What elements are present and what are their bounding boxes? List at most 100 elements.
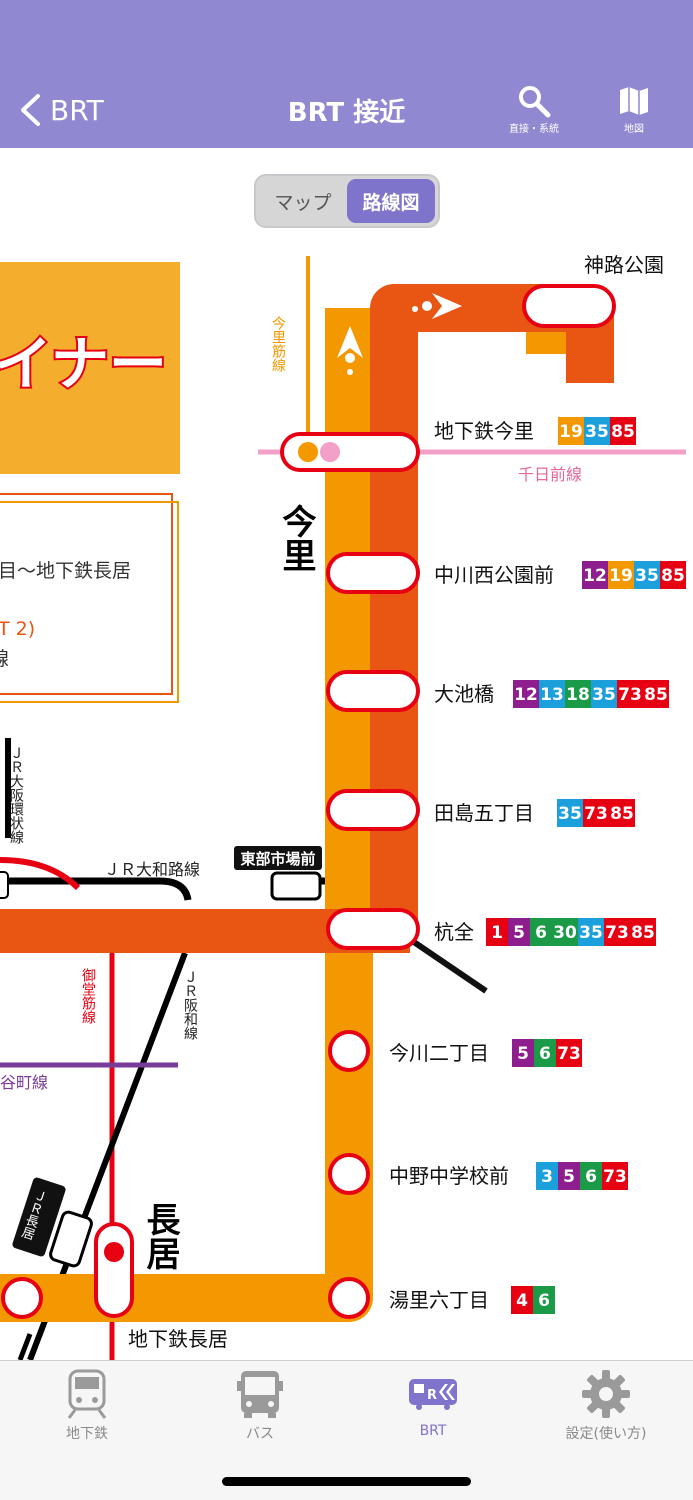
- route-badge-number: 1: [491, 923, 503, 943]
- route-badge-number: 4: [516, 1291, 528, 1311]
- route-badge-number: 85: [661, 566, 685, 586]
- segment-route-diagram[interactable]: 路線図: [347, 179, 435, 223]
- route-badge: 73: [617, 680, 643, 708]
- route-badge-number: 12: [514, 685, 538, 705]
- brt-route-dark: [370, 284, 614, 938]
- route-badge-number: 30: [553, 923, 577, 943]
- tab-settings[interactable]: 設定(使い方): [546, 1369, 666, 1449]
- jr-yamatoji-line: [0, 877, 192, 901]
- stop-marker-nakano[interactable]: [328, 1153, 370, 1195]
- search-button-label: 直接・系統: [509, 124, 559, 135]
- stop-marker-kumata[interactable]: [326, 908, 420, 950]
- nav-header: BRT BRT 接近 直接・系統 地図: [0, 0, 693, 148]
- tab-brt-label: BRT: [419, 1423, 447, 1439]
- route-badge-number: 19: [609, 566, 633, 586]
- stop-marker-nakagawa-nishi[interactable]: [326, 552, 420, 594]
- jr-hanwa-label: ＪＲ阪和線: [182, 970, 198, 1040]
- route-badge: 1: [486, 918, 508, 946]
- route-badge-number: 5: [513, 923, 525, 943]
- stop-label: 田島五丁目: [434, 801, 534, 825]
- route-badge-number: 12: [583, 566, 607, 586]
- segment-map[interactable]: マップ: [259, 179, 347, 223]
- imazato-suji-dot: [298, 442, 318, 462]
- stop-marker-subway-nagai[interactable]: [94, 1222, 134, 1318]
- route-note-orange: [526, 332, 566, 354]
- route-badge: 5: [558, 1162, 580, 1190]
- route-badge: 12: [582, 561, 608, 589]
- route-badge-number: 6: [585, 1167, 597, 1187]
- search-button[interactable]: 直接・系統: [499, 84, 569, 140]
- route-badge: 73: [604, 918, 630, 946]
- route-badge: 19: [608, 561, 634, 589]
- tab-subway-label: 地下鉄: [66, 1426, 108, 1442]
- gear-icon: [582, 1370, 630, 1418]
- svg-text:R: R: [427, 1388, 437, 1403]
- route-badge-number: 3: [541, 1167, 553, 1187]
- sennichimae-dot: [320, 442, 340, 462]
- route-badge-number: 6: [538, 1291, 550, 1311]
- route-badge: 5: [508, 918, 530, 946]
- tab-subway[interactable]: 地下鉄: [27, 1369, 147, 1449]
- tab-bus-label: バス: [246, 1426, 274, 1442]
- stop-label: 地下鉄長居: [128, 1327, 228, 1351]
- route-badge: 73: [602, 1162, 628, 1190]
- stop-marker-tajima[interactable]: [326, 789, 420, 831]
- stop-marker-kamiji-koen[interactable]: [522, 284, 616, 328]
- route-badge-number: 35: [585, 422, 609, 442]
- route-badge-number: 73: [584, 804, 608, 824]
- route-badge-number: 73: [603, 1167, 627, 1187]
- home-indicator: [222, 1477, 471, 1486]
- route-map-view[interactable]: イナー 目〜地下鉄長居 T 2) 線 今里筋線 千日前線 ＪＲ大阪環状線 ＪＲ大…: [0, 148, 693, 1360]
- stop-label: 今川二丁目: [389, 1041, 489, 1065]
- stop-label: 地下鉄今里: [434, 419, 534, 443]
- route-badge: 85: [610, 417, 636, 445]
- route-badge-number: 35: [592, 685, 616, 705]
- back-button[interactable]: BRT: [18, 88, 104, 132]
- route-badge-number: 85: [644, 685, 668, 705]
- route-badge: 3: [536, 1162, 558, 1190]
- route-badge-number: 35: [558, 804, 582, 824]
- info-panel-line1: 目〜地下鉄長居: [0, 560, 131, 582]
- route-badge-number: 35: [635, 566, 659, 586]
- station-marker[interactable]: [0, 871, 9, 899]
- route-badge: 19: [558, 417, 584, 445]
- tab-brt[interactable]: R BRT: [373, 1369, 493, 1449]
- route-badge: 12: [513, 680, 539, 708]
- route-badge: 35: [634, 561, 660, 589]
- route-badge: 6: [534, 1039, 556, 1067]
- stop-label: 湯里六丁目: [389, 1288, 489, 1312]
- stop-label: 大池橋: [434, 682, 494, 706]
- brt-icon: R: [409, 1379, 457, 1410]
- route-badge: 73: [556, 1039, 582, 1067]
- route-badge: 6: [533, 1286, 555, 1314]
- route-map[interactable]: イナー 目〜地下鉄長居 T 2) 線 今里筋線 千日前線 ＪＲ大阪環状線 ＪＲ大…: [0, 148, 693, 1360]
- stop-marker-yuzato[interactable]: [328, 1277, 370, 1319]
- route-badge: 5: [512, 1039, 534, 1067]
- jr-branch-line: [406, 935, 488, 994]
- stop-marker-oike-bashi[interactable]: [326, 670, 420, 712]
- stop-marker-imagawa[interactable]: [328, 1030, 370, 1072]
- bus-icon: [237, 1371, 283, 1418]
- view-segmented-control[interactable]: マップ 路線図: [254, 174, 440, 228]
- route-badge-number: 73: [557, 1044, 581, 1064]
- stop-marker-west[interactable]: [1, 1277, 43, 1319]
- map-button-label: 地図: [624, 124, 644, 135]
- info-panel-line2: T 2): [0, 618, 35, 640]
- route-badge-number: 35: [579, 923, 603, 943]
- midosuji-label: 御堂筋線: [80, 968, 96, 1024]
- stop-label: 中野中学校前: [389, 1164, 509, 1188]
- station-tobu-shijo-marker[interactable]: [270, 871, 322, 901]
- route-note-white: [420, 332, 526, 354]
- info-panel: [0, 493, 173, 695]
- tab-settings-label: 設定(使い方): [565, 1426, 647, 1442]
- stop-label: 神路公園: [584, 253, 664, 277]
- route-badge-number: 13: [540, 685, 564, 705]
- station-nagai-label: 長居: [140, 1202, 180, 1271]
- sennichimae-label: 千日前線: [518, 465, 582, 484]
- route-badge: 85: [643, 680, 669, 708]
- map-button[interactable]: 地図: [599, 84, 669, 140]
- route-badge-number: 73: [618, 685, 642, 705]
- tab-bus[interactable]: バス: [200, 1369, 320, 1449]
- arrow-left-icon: [476, 364, 526, 390]
- route-badge-number: 5: [563, 1167, 575, 1187]
